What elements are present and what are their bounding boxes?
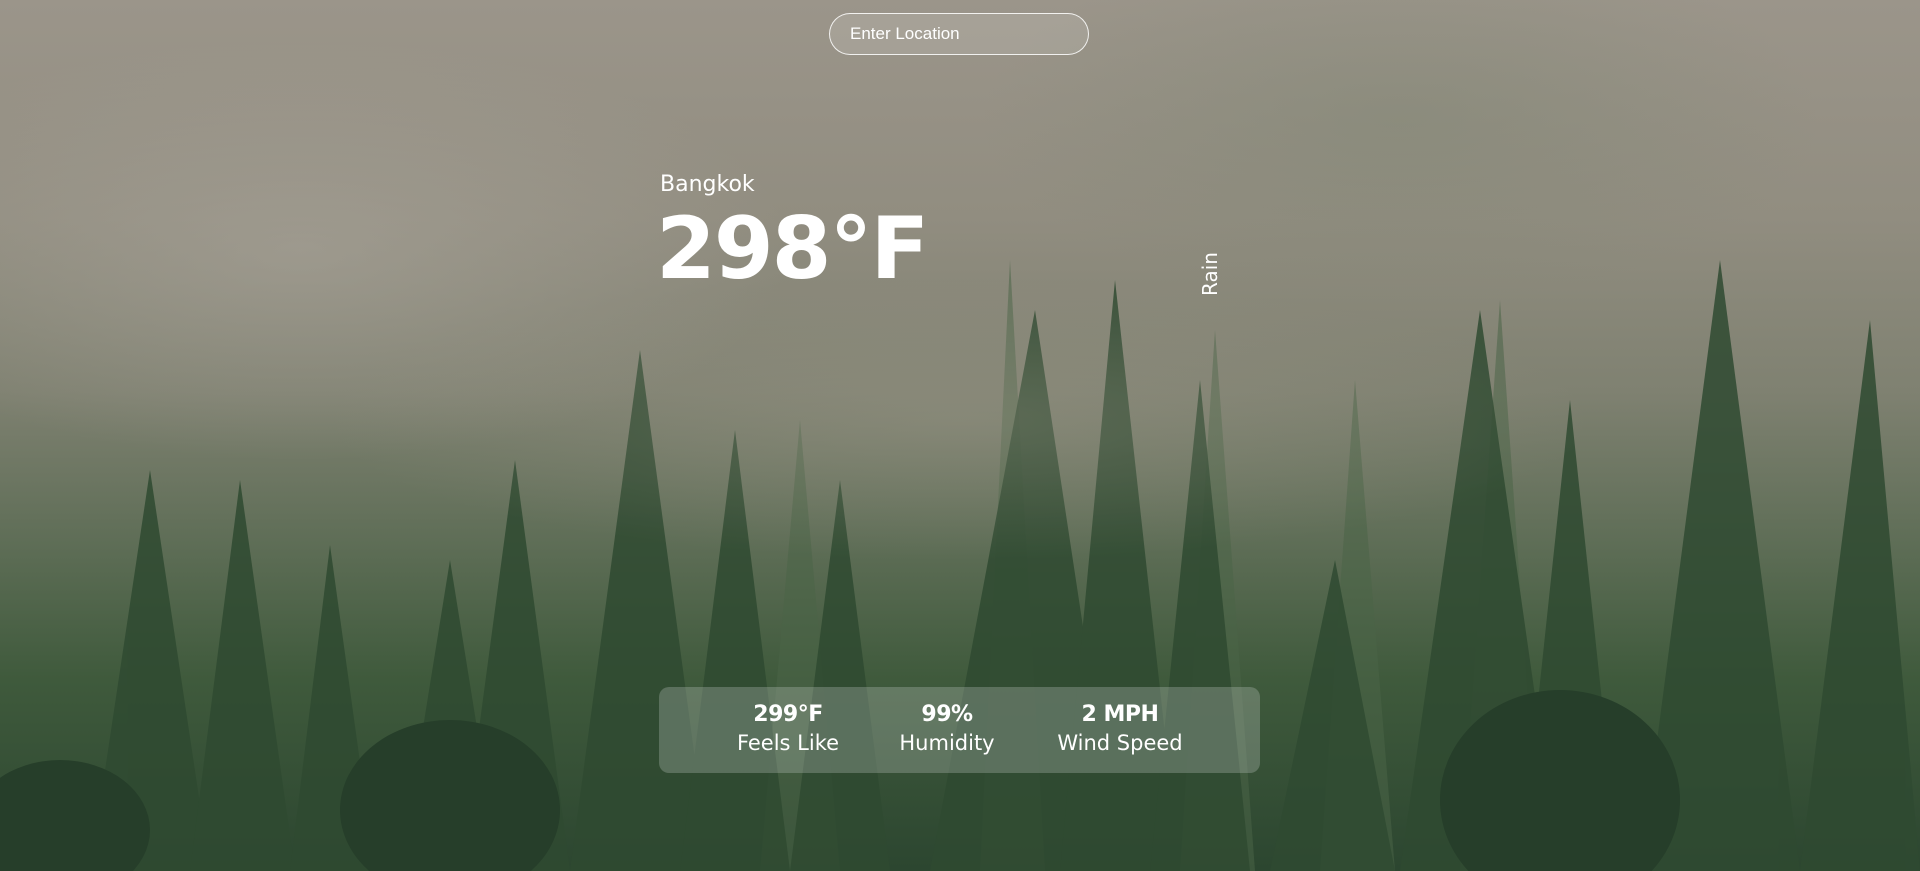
stat-feels-like: 299°F Feels Like [737,701,839,757]
feels-like-label: Feels Like [736,731,840,755]
current-temperature: 298°F [656,199,929,299]
humidity-label: Humidity [899,731,995,755]
wind-speed-label: Wind Speed [1057,731,1183,755]
wind-speed-value: 2 MPH [1081,702,1159,727]
weather-condition: Rain [1198,252,1222,296]
stat-wind-speed: 2 MPH Wind Speed [1057,701,1182,757]
stat-humidity: 99% Humidity [899,701,994,757]
humidity-value: 99% [921,702,973,727]
weather-stats-panel: 299°F Feels Like 99% Humidity 2 MPH Wind… [659,687,1260,773]
feels-like-value: 299°F [753,702,823,727]
location-search-input[interactable] [829,13,1089,55]
location-name: Bangkok [660,172,755,197]
